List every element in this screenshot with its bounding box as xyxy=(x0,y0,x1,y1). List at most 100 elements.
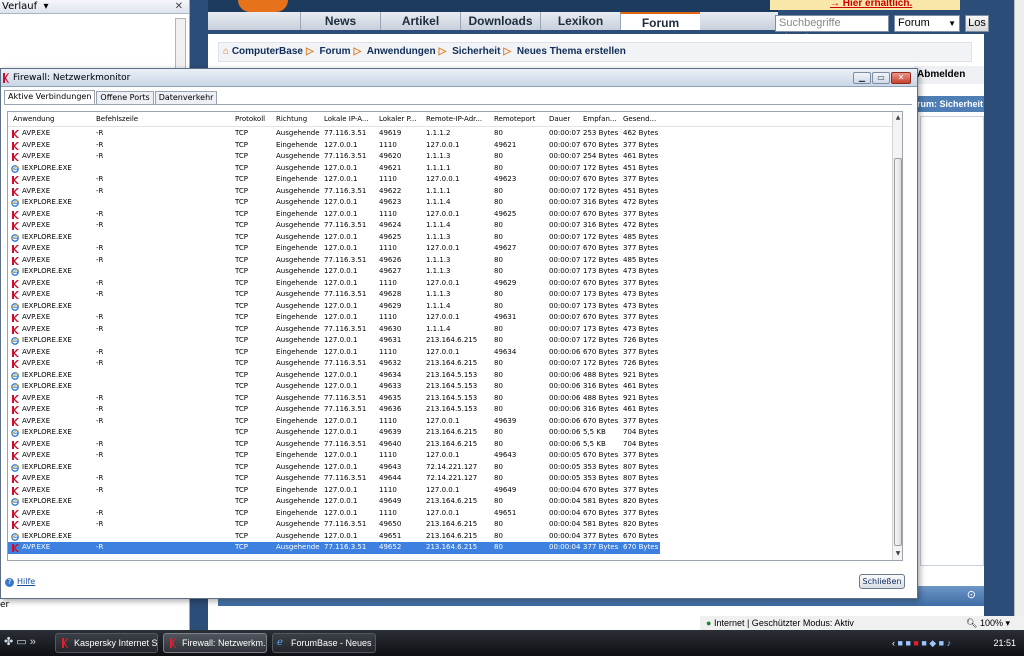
history-scrollbar[interactable] xyxy=(175,18,186,72)
nav-lexikon[interactable]: Lexikon xyxy=(540,12,620,30)
cell-col-0: IEXPLORE.EXE xyxy=(22,232,72,241)
cell-col-10: 377 Bytes xyxy=(623,485,659,494)
scroll-thumb[interactable] xyxy=(894,158,902,546)
column-header[interactable]: Empfan... xyxy=(583,112,619,127)
quicklaunch-more-icon[interactable]: » xyxy=(30,636,36,648)
maximize-button[interactable]: ▭ xyxy=(872,72,890,84)
connections-list[interactable]: Anwendung Befehlszeile Protokoll Richtun… xyxy=(7,111,903,561)
nav-artikel[interactable]: Artikel xyxy=(380,12,460,30)
search-go-button[interactable]: Los xyxy=(965,15,989,32)
cell-col-4: 127.0.0.1 xyxy=(324,451,358,459)
column-header[interactable]: Lokale IP-A... xyxy=(324,112,376,127)
breadcrumb-item[interactable]: Forum xyxy=(319,46,350,57)
column-header[interactable]: Anwendung xyxy=(13,112,93,127)
search-scope-select[interactable]: Forum ▼ xyxy=(894,15,960,32)
breadcrumb-item[interactable]: Sicherheit xyxy=(452,46,500,57)
cell-col-10: 485 Bytes xyxy=(623,255,659,264)
close-icon[interactable]: ✕ xyxy=(175,0,183,13)
table-row[interactable]: AVP.EXE -R TCP Eingehende 127.0.0.1 1110 127.0… xyxy=(8,140,892,152)
table-row[interactable]: IEXPLORE.EXE TCP Ausgehende 127.0.0.1 49631 2… xyxy=(8,335,892,347)
table-row[interactable]: AVP.EXE -R TCP Ausgehende 77.116.3.51 49640 21… xyxy=(8,439,892,451)
table-row[interactable]: AVP.EXE -R TCP Ausgehende 77.116.3.51 49626 1.… xyxy=(8,255,892,267)
tab-offene-ports[interactable]: Offene Ports xyxy=(96,91,154,104)
cell-col-3: Ausgehende xyxy=(276,232,320,241)
table-row[interactable]: IEXPLORE.EXE TCP Ausgehende 127.0.0.1 49649 2… xyxy=(8,496,892,508)
scroll-up-icon[interactable]: ▲ xyxy=(893,112,902,124)
table-row[interactable]: IEXPLORE.EXE TCP Ausgehende 127.0.0.1 49634 2… xyxy=(8,370,892,382)
table-row[interactable]: AVP.EXE -R TCP Ausgehende 77.116.3.51 49622 1.… xyxy=(8,186,892,198)
table-row[interactable]: AVP.EXE -R TCP Ausgehende 77.116.3.51 49628 1.… xyxy=(8,289,892,301)
table-row[interactable]: AVP.EXE -R TCP Eingehende 127.0.0.1 1110 127.0… xyxy=(8,243,892,255)
table-row[interactable]: IEXPLORE.EXE TCP Ausgehende 127.0.0.1 49633 2… xyxy=(8,381,892,393)
tab-datenverkehr[interactable]: Datenverkehr xyxy=(154,91,218,104)
table-row[interactable]: IEXPLORE.EXE TCP Ausgehende 127.0.0.1 49643 7… xyxy=(8,462,892,474)
table-row[interactable]: AVP.EXE -R TCP Ausgehende 77.116.3.51 49652 21… xyxy=(8,542,892,554)
column-header[interactable]: Gesend... xyxy=(623,112,663,127)
minimize-button[interactable]: ▁ xyxy=(853,72,871,84)
show-desktop-icon[interactable]: ▭ xyxy=(16,636,26,648)
cell-col-4: 77.116.3.51 xyxy=(324,520,367,528)
breadcrumb-item[interactable]: Anwendungen xyxy=(367,46,436,57)
dropdown-arrow-icon[interactable]: ▾ xyxy=(40,1,48,12)
taskbar-item-firewall[interactable]: Firewall: Netzwerkm... xyxy=(163,633,267,653)
table-row[interactable]: AVP.EXE -R TCP Eingehende 127.0.0.1 1110 127.0… xyxy=(8,174,892,186)
table-row[interactable]: AVP.EXE -R TCP Ausgehende 77.116.3.51 49635 21… xyxy=(8,393,892,405)
table-row[interactable]: AVP.EXE -R TCP Ausgehende 77.116.3.51 49619 1.… xyxy=(8,128,892,140)
table-row[interactable]: AVP.EXE -R TCP Ausgehende 77.116.3.51 49620 1.… xyxy=(8,151,892,163)
column-header[interactable]: Lokaler P... xyxy=(379,112,423,127)
table-row[interactable]: AVP.EXE -R TCP Eingehende 127.0.0.1 1110 127.0… xyxy=(8,347,892,359)
window-titlebar[interactable]: Firewall: Netzwerkmonitor ▁ ▭ ✕ xyxy=(1,69,917,87)
browser-scrollbar[interactable] xyxy=(1014,0,1024,630)
table-row[interactable]: IEXPLORE.EXE TCP Ausgehende 127.0.0.1 49623 1… xyxy=(8,197,892,209)
table-row[interactable]: IEXPLORE.EXE TCP Ausgehende 127.0.0.1 49621 1… xyxy=(8,163,892,175)
zoom-control[interactable]: 🔍︎ 100% ▾ xyxy=(966,616,1010,630)
table-row[interactable]: IEXPLORE.EXE TCP Ausgehende 127.0.0.1 49629 1… xyxy=(8,301,892,313)
nav-news[interactable]: News xyxy=(300,12,380,30)
close-dialog-button[interactable]: Schließen xyxy=(859,574,905,589)
cell-col-1: -R xyxy=(96,255,104,264)
column-header[interactable]: Protokoll xyxy=(235,112,273,127)
table-row[interactable]: AVP.EXE -R TCP Eingehende 127.0.0.1 1110 127.0… xyxy=(8,209,892,221)
help-link[interactable]: ? Hilfe xyxy=(5,577,35,587)
table-row[interactable]: IEXPLORE.EXE TCP Ausgehende 127.0.0.1 49625 1… xyxy=(8,232,892,244)
table-row[interactable]: AVP.EXE -R TCP Eingehende 127.0.0.1 1110 127.0… xyxy=(8,485,892,497)
column-header[interactable]: Richtung xyxy=(276,112,320,127)
table-row[interactable]: IEXPLORE.EXE TCP Ausgehende 127.0.0.1 49627 1… xyxy=(8,266,892,278)
start-orb-icon[interactable]: ✤ xyxy=(4,636,13,648)
table-row[interactable]: AVP.EXE -R TCP Ausgehende 77.116.3.51 49624 1.… xyxy=(8,220,892,232)
table-row[interactable]: AVP.EXE -R TCP Ausgehende 77.116.3.51 49632 21… xyxy=(8,358,892,370)
tray-expand-icon[interactable]: ‹ xyxy=(892,638,895,648)
close-button[interactable]: ✕ xyxy=(891,72,911,84)
cell-col-7: 80 xyxy=(494,359,503,367)
table-row[interactable]: IEXPLORE.EXE TCP Ausgehende 127.0.0.1 49639 2… xyxy=(8,427,892,439)
column-header[interactable]: Remote-IP-Adr... xyxy=(426,112,490,127)
table-row[interactable]: IEXPLORE.EXE TCP Ausgehende 127.0.0.1 49651 2… xyxy=(8,531,892,543)
table-row[interactable]: AVP.EXE -R TCP Eingehende 127.0.0.1 1110 127.0… xyxy=(8,508,892,520)
column-header[interactable]: Befehlszeile xyxy=(96,112,216,127)
kaspersky-icon xyxy=(12,153,19,161)
table-row[interactable]: AVP.EXE -R TCP Ausgehende 77.116.3.51 49644 72… xyxy=(8,473,892,485)
scroll-down-icon[interactable]: ▼ xyxy=(893,548,902,560)
tray-icons[interactable]: ■ ■ ■ ■ ◆ ■ ♪ xyxy=(898,638,952,648)
site-search-input[interactable]: Suchbegriffe eingeben xyxy=(775,15,889,44)
column-header[interactable]: Dauer xyxy=(549,112,579,127)
tab-aktive-verbindungen[interactable]: Aktive Verbindungen xyxy=(4,90,96,105)
column-header[interactable]: Remoteport xyxy=(494,112,546,127)
table-row[interactable]: AVP.EXE -R TCP Ausgehende 77.116.3.51 49650 21… xyxy=(8,519,892,531)
table-row[interactable]: AVP.EXE -R TCP Eingehende 127.0.0.1 1110 127.0… xyxy=(8,278,892,290)
table-row[interactable]: AVP.EXE -R TCP Ausgehende 77.116.3.51 49636 21… xyxy=(8,404,892,416)
nav-forum[interactable]: Forum xyxy=(620,12,700,30)
taskbar-item-browser[interactable]: ℯ ForumBase - Neues ... xyxy=(272,633,376,653)
list-scrollbar[interactable]: ▲ ▼ xyxy=(892,112,902,560)
promo-link[interactable]: → Hier erhältlich. xyxy=(770,0,960,10)
table-row[interactable]: AVP.EXE -R TCP Eingehende 127.0.0.1 1110 127.0… xyxy=(8,312,892,324)
table-row[interactable]: AVP.EXE -R TCP Ausgehende 77.116.3.51 49630 1.… xyxy=(8,324,892,336)
logout-link[interactable]: Abmelden xyxy=(914,66,984,84)
breadcrumb-item[interactable]: ComputerBase xyxy=(232,46,303,57)
nav-downloads[interactable]: Downloads xyxy=(460,12,540,30)
collapse-icon[interactable]: ⊙ xyxy=(967,588,976,601)
table-row[interactable]: AVP.EXE -R TCP Eingehende 127.0.0.1 1110 127.0… xyxy=(8,416,892,428)
clock[interactable]: 21:51 xyxy=(993,630,1016,656)
table-row[interactable]: AVP.EXE -R TCP Eingehende 127.0.0.1 1110 127.0… xyxy=(8,450,892,462)
taskbar-item-kaspersky[interactable]: Kaspersky Internet S... xyxy=(55,633,158,653)
